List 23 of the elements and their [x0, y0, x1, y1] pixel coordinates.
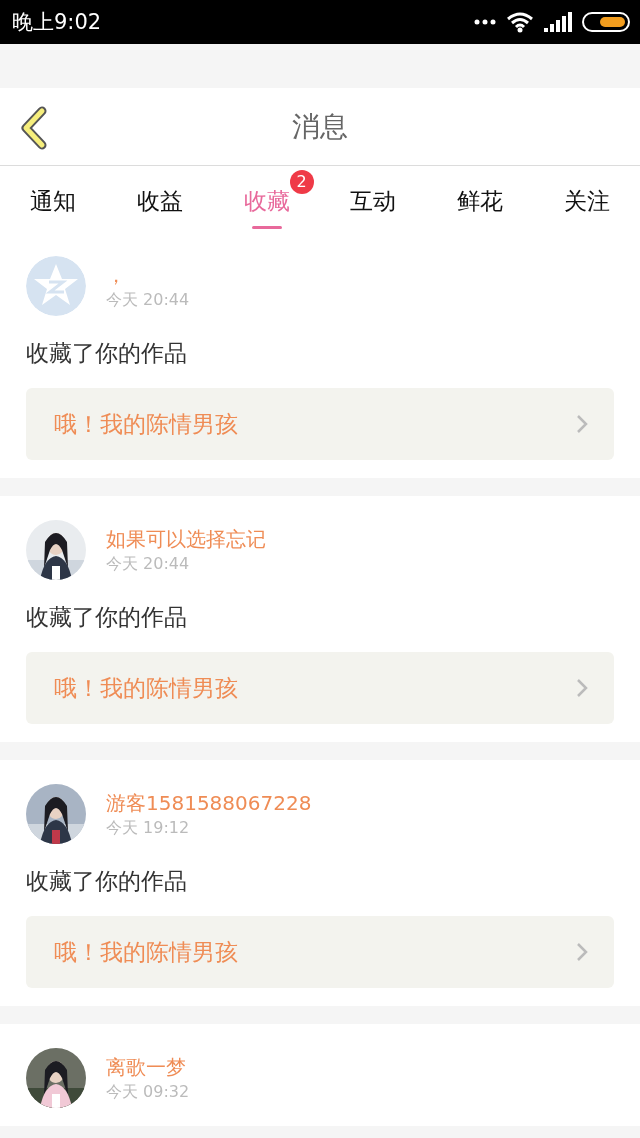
message-time: 今天 19:12 [106, 818, 191, 838]
page-title: 消息 [292, 108, 348, 145]
user-name: ， [106, 262, 127, 288]
battery-icon [582, 12, 630, 32]
chevron-right-icon [576, 942, 588, 962]
signal-icon [544, 12, 572, 32]
default-avatar-icon [26, 256, 86, 316]
message-time: 今天 20:44 [106, 290, 190, 310]
message-text: 收藏了你的作品 [26, 339, 188, 368]
chevron-right-icon [576, 678, 588, 698]
message-text: 收藏了你的作品 [26, 603, 188, 632]
more-icon [474, 19, 496, 25]
message-time: 今天 20:44 [106, 554, 191, 574]
chevron-right-icon [576, 414, 588, 434]
message-time: 今天 09:32 [106, 1082, 190, 1102]
user-name: 游客1581588067228 [106, 790, 312, 816]
count-badge: 2 [289, 169, 314, 194]
wifi-icon [506, 11, 534, 33]
message-text: 收藏了你的作品 [26, 867, 188, 896]
user-name: 离歌一梦 [106, 1054, 187, 1080]
status-time: 晚上9:02 [12, 9, 103, 36]
user-name: 如果可以选择忘记 [106, 526, 266, 552]
tab-underline [251, 225, 282, 229]
